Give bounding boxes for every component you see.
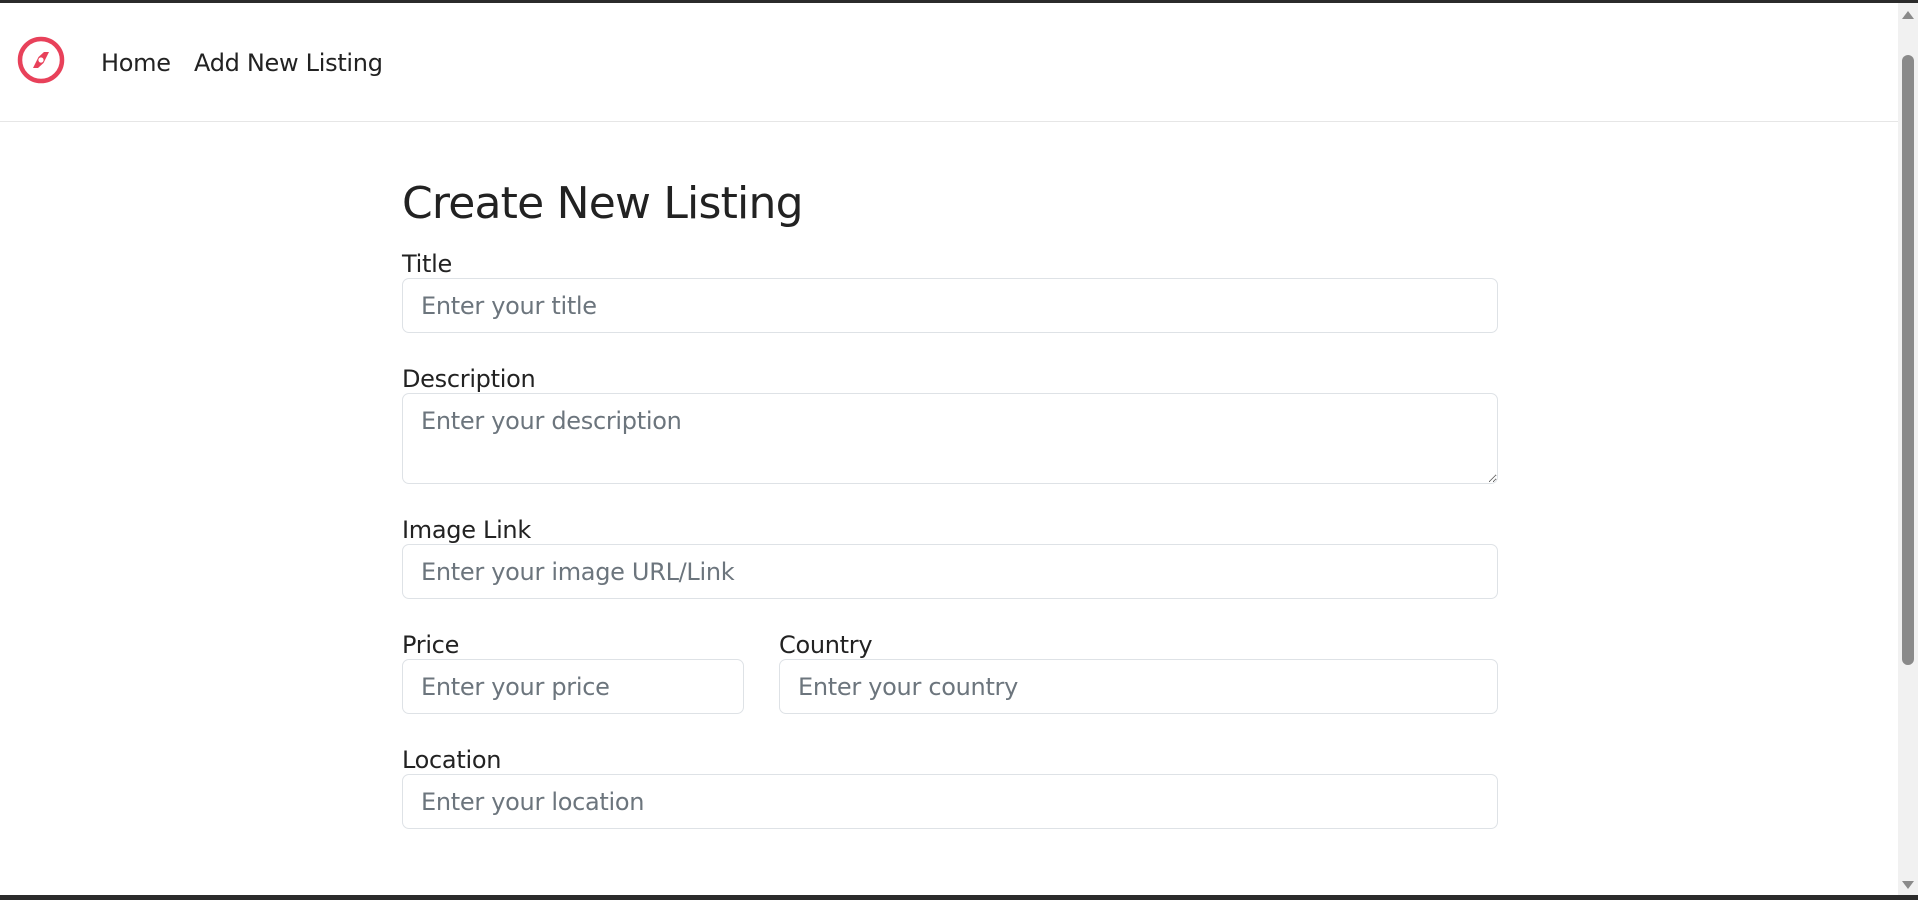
image-link-input[interactable]: [402, 544, 1498, 599]
description-textarea[interactable]: [402, 393, 1498, 484]
location-label: Location: [402, 746, 502, 774]
scroll-down-arrow-icon[interactable]: [1902, 881, 1914, 889]
browser-viewport: Home Add New Listing Create New Listing …: [0, 3, 1898, 895]
price-input[interactable]: [402, 659, 744, 714]
title-label: Title: [402, 250, 452, 278]
price-label: Price: [402, 631, 460, 659]
nav-link-home[interactable]: Home: [101, 49, 171, 77]
country-input[interactable]: [779, 659, 1498, 714]
location-input[interactable]: [402, 774, 1498, 829]
compass-icon[interactable]: [16, 35, 66, 85]
page-title: Create New Listing: [402, 178, 804, 229]
nav-link-add-new-listing[interactable]: Add New Listing: [194, 49, 383, 77]
navbar: Home Add New Listing: [0, 3, 1898, 122]
image-link-label: Image Link: [402, 516, 531, 544]
scroll-up-arrow-icon[interactable]: [1902, 11, 1914, 19]
title-input[interactable]: [402, 278, 1498, 333]
description-label: Description: [402, 365, 536, 393]
country-label: Country: [779, 631, 873, 659]
scrollbar-thumb[interactable]: [1902, 55, 1914, 665]
vertical-scrollbar[interactable]: [1898, 3, 1918, 895]
